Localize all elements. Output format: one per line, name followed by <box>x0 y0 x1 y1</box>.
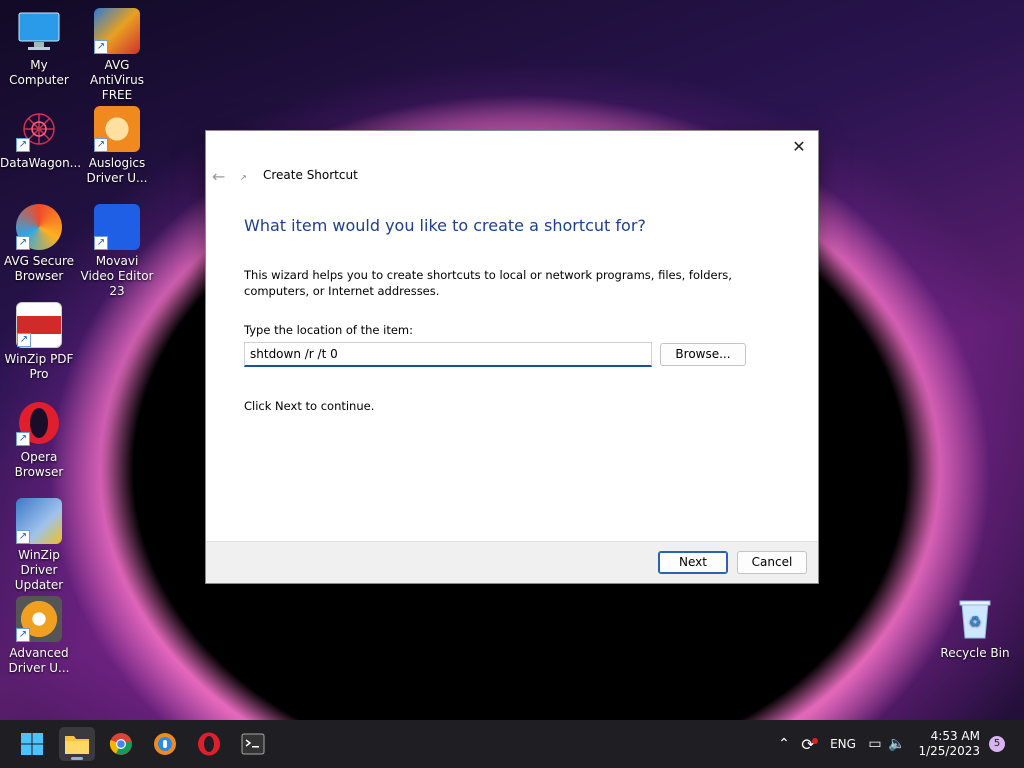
location-label: Type the location of the item: <box>244 323 414 337</box>
language-indicator[interactable]: ENG <box>822 737 864 751</box>
desktop-icon-avg-antivirus[interactable]: ↗ AVG AntiVirus FREE <box>78 8 156 103</box>
shortcut-arrow-icon: ↗ <box>16 432 30 446</box>
shortcut-arrow-icon: ↗ <box>16 530 30 544</box>
volume-icon[interactable]: 🔈 <box>886 736 908 752</box>
datawagon-icon: ↗ <box>16 106 62 152</box>
notification-badge[interactable]: 5 <box>989 736 1005 752</box>
shortcut-arrow-icon: ↗ <box>16 138 30 152</box>
terminal-icon <box>241 733 265 755</box>
gear-icon: ↗ <box>16 596 62 642</box>
desktop-icon-label: Advanced Driver U... <box>8 646 70 675</box>
avg-browser-icon <box>154 733 176 755</box>
windows-icon <box>21 733 43 755</box>
taskbar-file-explorer[interactable] <box>59 727 95 761</box>
clock-time: 4:53 AM <box>930 729 980 743</box>
taskbar-chrome[interactable] <box>103 727 139 761</box>
network-icon[interactable]: ▭ <box>864 736 886 752</box>
opera-icon: ↗ <box>16 400 62 446</box>
desktop-icon-label: Recycle Bin <box>940 646 1010 660</box>
desktop-icon-advanced-driver[interactable]: ↗ Advanced Driver U... <box>0 596 78 676</box>
chrome-icon <box>109 733 132 755</box>
taskbar: ⌃ ⟳ ENG ▭ 🔈 4:53 AM 1/25/2023 5 <box>0 720 1024 768</box>
pdf-icon: ↗ <box>16 302 62 348</box>
clock[interactable]: 4:53 AM 1/25/2023 <box>918 729 980 759</box>
movavi-icon: ↗ <box>94 204 140 250</box>
close-icon[interactable]: ✕ <box>788 136 810 158</box>
wizard-heading: What item would you like to create a sho… <box>244 216 646 235</box>
monitor-icon <box>16 8 62 54</box>
back-arrow-icon[interactable]: ← <box>212 167 225 186</box>
opera-icon <box>198 732 220 756</box>
desktop-icon-label: AVG AntiVirus FREE <box>90 58 144 102</box>
continue-hint: Click Next to continue. <box>244 399 375 413</box>
desktop-icon-label: Auslogics Driver U... <box>86 156 148 185</box>
desktop-icon-recycle-bin[interactable]: ♻ Recycle Bin <box>936 596 1014 661</box>
desktop-icon-opera[interactable]: ↗ Opera Browser <box>0 400 78 480</box>
desktop-icon-winzip-driver[interactable]: ↗ WinZip Driver Updater <box>0 498 78 593</box>
start-button[interactable] <box>14 727 50 761</box>
desktop-icon-my-computer[interactable]: My Computer <box>0 8 78 88</box>
taskbar-opera[interactable] <box>191 727 227 761</box>
avg-secure-browser-icon: ↗ <box>16 204 62 250</box>
create-shortcut-dialog: ✕ ← ↗ Create Shortcut What item would yo… <box>206 131 818 583</box>
shortcut-arrow-icon: ↗ <box>17 333 31 347</box>
taskbar-avg-secure-browser[interactable] <box>147 727 183 761</box>
desktop-icon-label: My Computer <box>9 58 69 87</box>
chevron-up-icon[interactable]: ⌃ <box>774 736 794 752</box>
next-button[interactable]: Next <box>658 551 728 574</box>
desktop-icon-label: WinZip Driver Updater <box>14 548 64 592</box>
auslogics-icon: ↗ <box>94 106 140 152</box>
desktop-icon-auslogics[interactable]: ↗ Auslogics Driver U... <box>78 106 156 186</box>
system-tray: ⌃ ⟳ ENG ▭ 🔈 <box>774 720 908 768</box>
dialog-title: Create Shortcut <box>263 168 358 182</box>
shortcut-arrow-icon: ↗ <box>94 40 108 54</box>
winzip-driver-icon: ↗ <box>16 498 62 544</box>
browse-button[interactable]: Browse... <box>660 343 746 366</box>
shortcut-arrow-icon: ↗ <box>94 138 108 152</box>
wizard-description: This wizard helps you to create shortcut… <box>244 268 732 298</box>
desktop-icon-avg-secure-browser[interactable]: ↗ AVG Secure Browser <box>0 204 78 284</box>
recycle-bin-icon: ♻ <box>952 596 998 642</box>
taskbar-terminal[interactable] <box>235 727 271 761</box>
cancel-button[interactable]: Cancel <box>737 551 807 574</box>
desktop-icon-winzip-pdf[interactable]: ↗ WinZip PDF Pro <box>0 302 78 382</box>
svg-text:♻: ♻ <box>969 614 982 630</box>
desktop-icon-movavi[interactable]: ↗ Movavi Video Editor 23 <box>78 204 156 299</box>
desktop-icon-datawagon[interactable]: ↗ DataWagon... <box>0 106 82 171</box>
shortcut-arrow-icon: ↗ <box>16 236 30 250</box>
shortcut-arrow-icon: ↗ <box>94 236 108 250</box>
clock-date: 1/25/2023 <box>918 744 980 758</box>
location-input[interactable] <box>244 342 652 367</box>
desktop-icon-label: Movavi Video Editor 23 <box>80 254 154 298</box>
desktop-icon-label: AVG Secure Browser <box>3 254 75 283</box>
shortcut-icon: ↗ <box>240 173 247 182</box>
shortcut-arrow-icon: ↗ <box>16 628 30 642</box>
desktop-icon-label: DataWagon... <box>0 156 82 170</box>
avg-antivirus-icon: ↗ <box>94 8 140 54</box>
desktop-icon-label: WinZip PDF Pro <box>4 352 74 381</box>
folder-icon <box>65 736 89 754</box>
sync-icon[interactable]: ⟳ <box>794 735 822 754</box>
desktop-icon-label: Opera Browser <box>14 450 64 479</box>
